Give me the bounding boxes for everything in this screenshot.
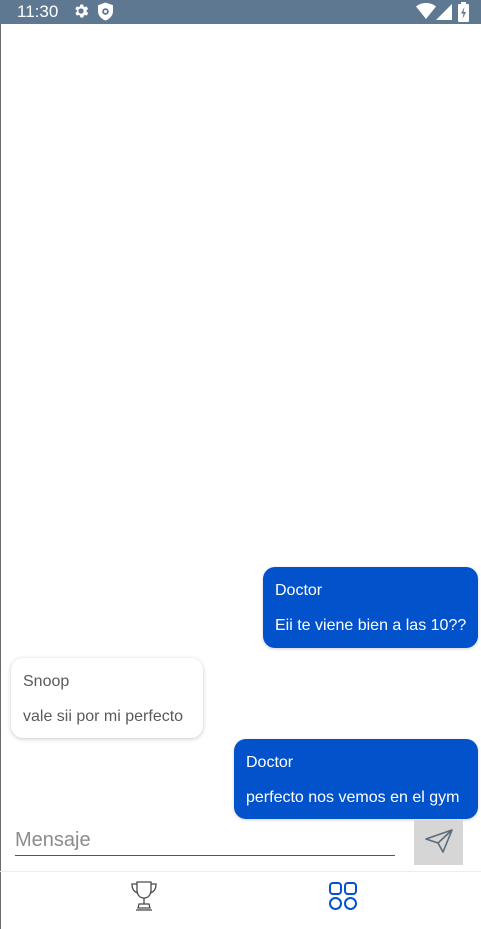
message-sender: Snoop bbox=[23, 673, 70, 690]
shield-icon bbox=[97, 2, 114, 26]
message-incoming[interactable]: Snoop vale sii por mi perfecto bbox=[11, 658, 203, 738]
bottom-nav-divider bbox=[0, 871, 481, 872]
send-icon bbox=[424, 828, 454, 857]
message-outgoing[interactable]: Doctor Eii te viene bien a las 10?? bbox=[263, 567, 478, 648]
battery-icon bbox=[458, 2, 469, 27]
grid-icon bbox=[328, 881, 358, 916]
gear-icon bbox=[72, 2, 90, 25]
message-sender: Doctor bbox=[246, 754, 294, 771]
message-text: perfecto nos vemos en el gym bbox=[246, 789, 460, 806]
message-outgoing[interactable]: Doctor perfecto nos vemos en el gym bbox=[234, 739, 478, 819]
message-sender: Doctor bbox=[275, 582, 323, 599]
trophy-icon bbox=[129, 880, 159, 917]
status-time: 11:30 bbox=[17, 2, 59, 21]
message-text: vale sii por mi perfecto bbox=[23, 708, 184, 725]
status-bar: 11:30 bbox=[0, 0, 481, 24]
send-button[interactable] bbox=[414, 820, 463, 865]
message-input[interactable] bbox=[15, 826, 395, 856]
nav-item-grid[interactable] bbox=[223, 874, 463, 922]
wifi-icon bbox=[416, 3, 436, 24]
window-edge bbox=[0, 24, 1, 929]
message-text: Eii te viene bien a las 10?? bbox=[275, 617, 467, 634]
signal-icon bbox=[436, 4, 452, 25]
